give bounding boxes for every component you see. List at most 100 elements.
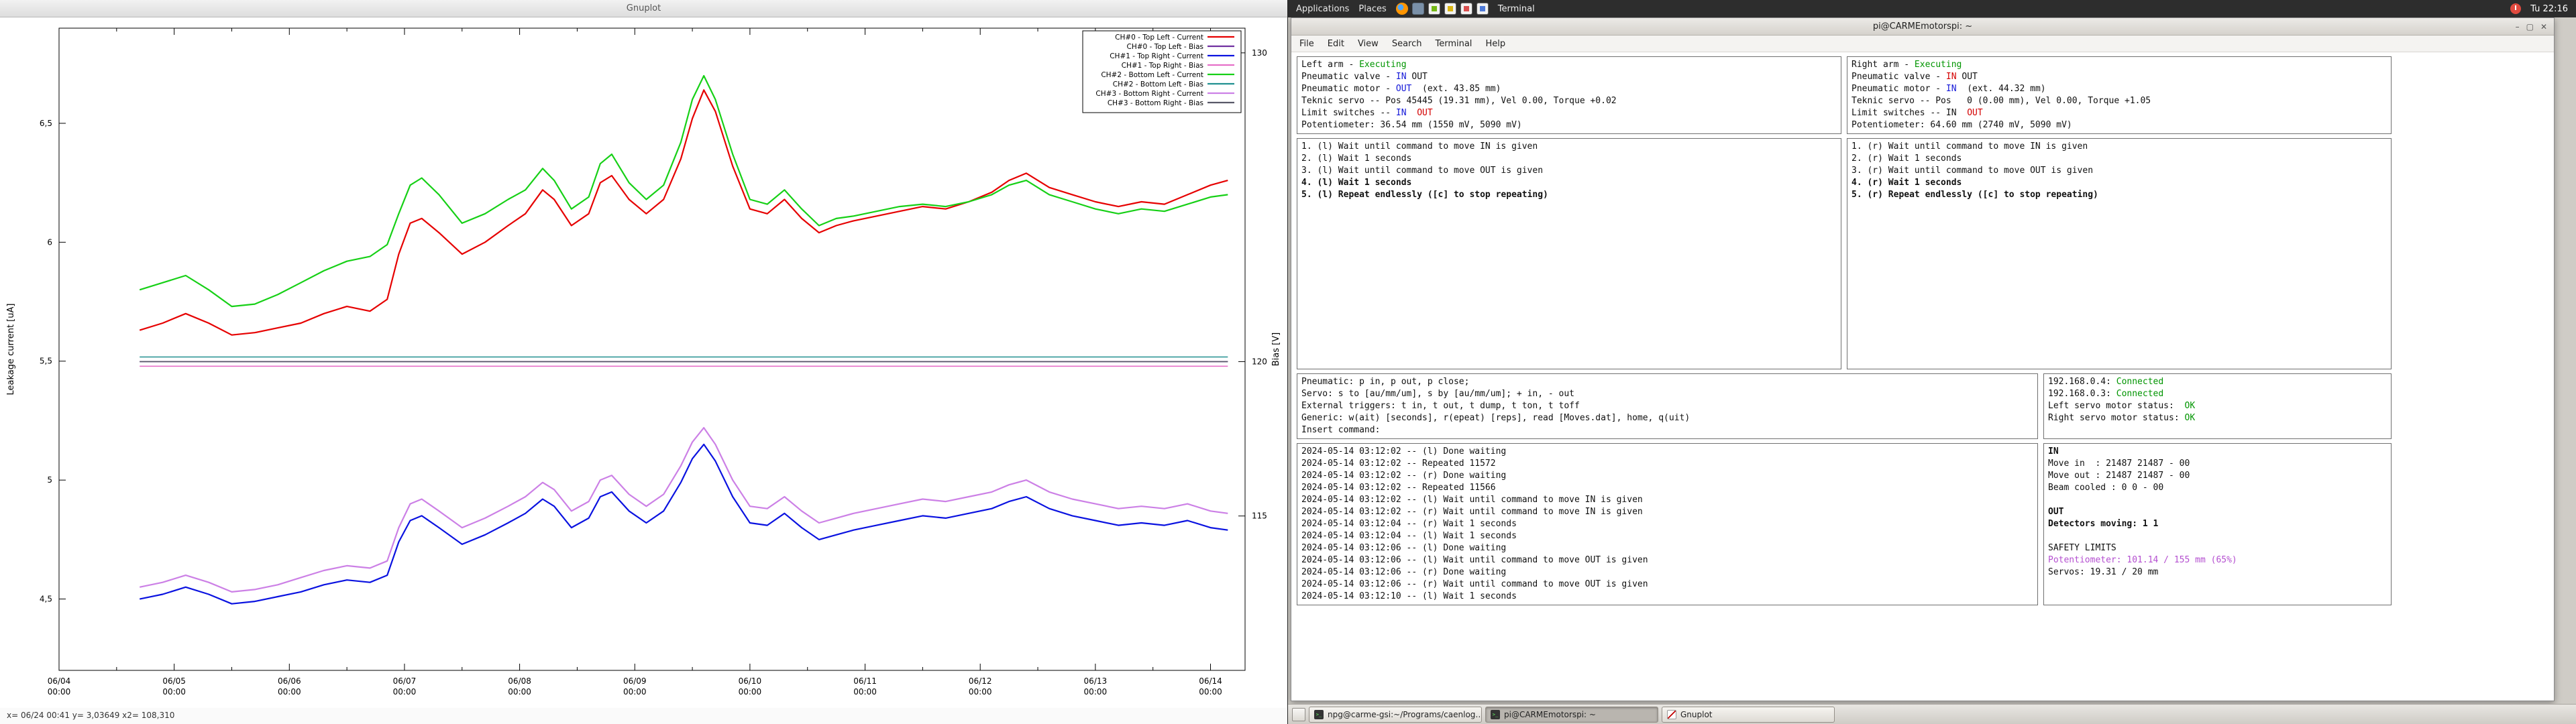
terminal-line: 2024-05-14 03:12:04 -- (l) Wait 1 second… <box>1301 530 2033 542</box>
terminal-body[interactable]: Left arm - ExecutingPneumatic valve - IN… <box>1291 52 2554 701</box>
terminal-line: 4. (r) Wait 1 seconds <box>1851 177 2387 189</box>
arm-status-row: Left arm - ExecutingPneumatic valve - IN… <box>1297 56 2548 134</box>
shutdown-icon[interactable] <box>2510 3 2521 14</box>
menu-item-help[interactable]: Help <box>1485 39 1505 49</box>
event-log-box: 2024-05-14 03:12:02 -- (l) Done waiting2… <box>1297 443 2038 605</box>
terminal-line: Limit switches -- IN OUT <box>1851 107 2387 119</box>
series-CH#0 - Top Left - Current <box>140 90 1228 335</box>
terminal-line: 2024-05-14 03:12:02 -- Repeated 11566 <box>1301 482 2033 494</box>
svg-text:5: 5 <box>47 475 52 485</box>
y-axis-left: 4,555,566,5 <box>40 119 66 604</box>
taskbar-button-npg-carme-gsi-programs-caenlog-[interactable]: npg@carme-gsi:~/Programs/caenlog… <box>1309 707 1482 723</box>
legend: CH#0 - Top Left - CurrentCH#0 - Top Left… <box>1083 31 1241 113</box>
terminal-line: 192.168.0.3: Connected <box>2048 388 2387 400</box>
show-desktop-icon[interactable] <box>1292 708 1305 721</box>
clock[interactable]: Tu 22:16 <box>2530 4 2568 14</box>
terminal-launcher-green-icon[interactable] <box>1428 3 1440 15</box>
terminal-line: Pneumatic motor - IN (ext. 44.32 mm) <box>1851 83 2387 95</box>
menu-item-search[interactable]: Search <box>1392 39 1422 49</box>
panel-left: Applications Places Terminal <box>1296 3 1535 15</box>
menu-item-edit[interactable]: Edit <box>1328 39 1344 49</box>
minimize-button[interactable]: – <box>2516 19 2520 36</box>
menu-item-view[interactable]: View <box>1358 39 1379 49</box>
terminal-titlebar[interactable]: pi@CARMEmotorspi: ~ – ▢ ✕ <box>1291 18 2554 36</box>
svg-text:06/07: 06/07 <box>393 676 417 686</box>
close-button[interactable]: ✕ <box>2540 19 2547 36</box>
right-program-box: 1. (r) Wait until command to move IN is … <box>1847 138 2392 369</box>
right-arm-status-box: Right arm - ExecutingPneumatic valve - I… <box>1847 56 2392 134</box>
svg-text:00:00: 00:00 <box>162 687 186 697</box>
panel-right: Tu 22:16 <box>2510 3 2568 14</box>
svg-text:6,5: 6,5 <box>40 119 52 128</box>
commands-row: Pneumatic: p in, p out, p close;Servo: s… <box>1297 373 2548 439</box>
panel-launchers <box>1396 3 1489 15</box>
left-program-box: 1. (l) Wait until command to move IN is … <box>1297 138 1841 369</box>
svg-text:CH#0 - Top Left - Bias: CH#0 - Top Left - Bias <box>1127 43 1203 51</box>
terminal-menubar: File Edit View Search Terminal Help <box>1291 36 2554 52</box>
leakage-current-chart[interactable]: 06/0400:0006/0500:0006/0600:0006/0700:00… <box>0 17 1288 708</box>
svg-text:06/05: 06/05 <box>162 676 186 686</box>
svg-text:5,5: 5,5 <box>40 357 52 366</box>
terminal-line: Move in : 21487 21487 - 00 <box>2048 458 2387 470</box>
terminal-line: 192.168.0.4: Connected <box>2048 376 2387 388</box>
file-manager-icon[interactable] <box>1412 3 1424 15</box>
terminal-line: Move out : 21487 21487 - 00 <box>2048 470 2387 482</box>
terminal-line: Left servo motor status: OK <box>2048 400 2387 412</box>
terminal-launcher-red-icon[interactable] <box>1460 3 1472 15</box>
terminal-line: 2024-05-14 03:12:02 -- Repeated 11572 <box>1301 458 2033 470</box>
menu-item-file[interactable]: File <box>1299 39 1314 49</box>
maximize-button[interactable]: ▢ <box>2526 19 2534 36</box>
svg-text:CH#3 - Bottom Right - Bias: CH#3 - Bottom Right - Bias <box>1108 99 1203 107</box>
terminal-line: 2024-05-14 03:12:06 -- (l) Done waiting <box>1301 542 2033 554</box>
terminal-window-title: pi@CARMEmotorspi: ~ <box>1873 21 1972 32</box>
terminal-line: Potentiometer: 64.60 mm (2740 mV, 5090 m… <box>1851 119 2387 131</box>
svg-text:4,5: 4,5 <box>40 595 52 604</box>
terminal-line: Teknic servo -- Pos 0 (0.00 mm), Vel 0.0… <box>1851 95 2387 107</box>
terminal-launcher-yellow-icon[interactable] <box>1444 3 1456 15</box>
terminal-line: 2. (l) Wait 1 seconds <box>1301 153 1837 165</box>
gnuplot-status-bar: x= 06/24 00:41 y= 3,03649 x2= 108,310 <box>0 708 1287 724</box>
firefox-icon[interactable] <box>1396 3 1408 15</box>
y-axis-right: 115120130 <box>1238 48 1267 521</box>
svg-text:CH#2 - Bottom Left - Current: CH#2 - Bottom Left - Current <box>1101 71 1203 79</box>
svg-text:00:00: 00:00 <box>853 687 877 697</box>
x-axis: 06/0400:0006/0500:0006/0600:0006/0700:00… <box>48 28 1222 697</box>
places-menu[interactable]: Places <box>1358 4 1386 14</box>
taskbar-button-label: pi@CARMEmotorspi: ~ <box>1504 710 1596 719</box>
gnuplot-titlebar[interactable]: Gnuplot <box>0 0 1287 17</box>
terminal-launcher-label[interactable]: Terminal <box>1498 4 1535 14</box>
terminal-line: Pneumatic motor - OUT (ext. 43.85 mm) <box>1301 83 1837 95</box>
terminal-line: 2024-05-14 03:12:02 -- (l) Wait until co… <box>1301 494 2033 506</box>
terminal-launcher-blue-icon[interactable] <box>1477 3 1489 15</box>
terminal-line: 3. (r) Wait until command to move OUT is… <box>1851 165 2387 177</box>
top-panel: Applications Places Terminal Tu 22:16 <box>1288 0 2576 17</box>
applications-menu[interactable]: Applications <box>1296 4 1349 14</box>
svg-text:06/12: 06/12 <box>969 676 992 686</box>
svg-text:06/14: 06/14 <box>1199 676 1222 686</box>
program-row: 1. (l) Wait until command to move IN is … <box>1297 138 2548 369</box>
terminal-line: 2024-05-14 03:12:06 -- (l) Wait until co… <box>1301 554 2033 566</box>
svg-text:06/13: 06/13 <box>1084 676 1108 686</box>
svg-text:06/10: 06/10 <box>739 676 762 686</box>
svg-text:00:00: 00:00 <box>278 687 301 697</box>
taskbar-button-pi-carmemotorspi-[interactable]: pi@CARMEmotorspi: ~ <box>1485 707 1658 723</box>
y-axis-right-title: Bias [V] <box>1271 333 1281 366</box>
taskbar-window-list: npg@carme-gsi:~/Programs/caenlog… pi@CARM… <box>1309 707 1835 723</box>
terminal-line: Limit switches -- IN OUT <box>1301 107 1837 119</box>
terminal-line <box>2048 530 2387 542</box>
taskbar: npg@carme-gsi:~/Programs/caenlog… pi@CARM… <box>1288 704 2576 724</box>
terminal-line: External triggers: t in, t out, t dump, … <box>1301 400 2033 412</box>
gnuplot-window-title: Gnuplot <box>627 3 661 13</box>
terminal-line <box>2048 494 2387 506</box>
svg-text:00:00: 00:00 <box>623 687 647 697</box>
svg-text:CH#1 - Top Right - Bias: CH#1 - Top Right - Bias <box>1122 62 1203 70</box>
svg-text:115: 115 <box>1252 511 1267 521</box>
network-status-box: 192.168.0.4: Connected192.168.0.3: Conne… <box>2043 373 2392 439</box>
svg-text:130: 130 <box>1252 48 1267 58</box>
taskbar-button-label: Gnuplot <box>1680 710 1713 719</box>
svg-text:CH#2 - Bottom Left - Bias: CH#2 - Bottom Left - Bias <box>1113 80 1203 88</box>
taskbar-button-gnuplot[interactable]: Gnuplot <box>1662 707 1835 723</box>
terminal-line: 2024-05-14 03:12:04 -- (r) Wait 1 second… <box>1301 518 2033 530</box>
window-controls: – ▢ ✕ <box>2516 18 2547 36</box>
menu-item-terminal[interactable]: Terminal <box>1435 39 1472 49</box>
